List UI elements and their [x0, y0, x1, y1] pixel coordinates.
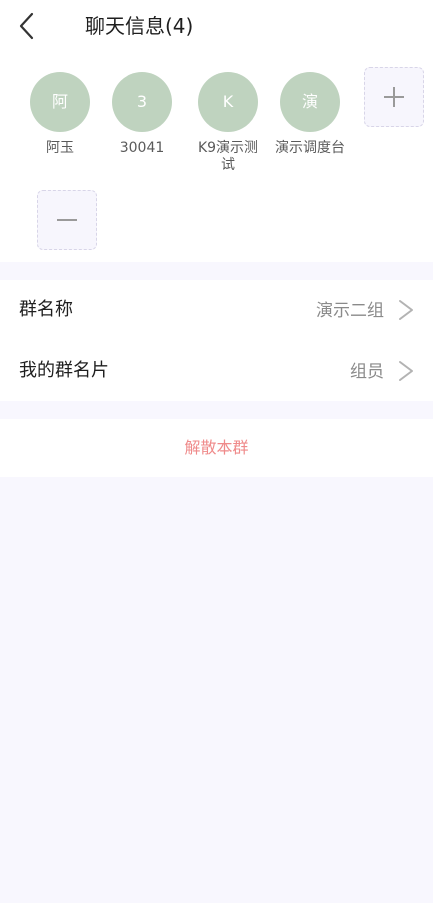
page-title: 聊天信息(4) [85, 14, 194, 38]
member-name: K9演示测试 [197, 140, 259, 173]
remove-member-button[interactable] [37, 190, 97, 250]
avatar[interactable]: 阿 [30, 72, 90, 132]
avatar[interactable]: 3 [112, 72, 172, 132]
row-value: 组员 [350, 362, 384, 382]
group-name-row[interactable]: 群名称 演示二组 [0, 280, 433, 340]
row-value: 演示二组 [316, 301, 384, 321]
chevron-right-icon [399, 300, 413, 320]
member-item[interactable]: 阿 阿玉 [24, 72, 96, 157]
member-name: 阿玉 [46, 140, 74, 156]
plus-icon [384, 87, 404, 107]
minus-icon [57, 219, 77, 221]
avatar[interactable]: K [198, 72, 258, 132]
row-label: 群名称 [19, 299, 73, 320]
settings-list: 群名称 演示二组 我的群名片 组员 [0, 280, 433, 401]
header-bar: 聊天信息(4) [0, 0, 433, 56]
member-name: 30041 [119, 140, 165, 156]
row-label: 我的群名片 [19, 360, 109, 381]
add-member-button[interactable] [364, 67, 424, 127]
dissolve-group-button[interactable]: 解散本群 [0, 419, 433, 477]
back-button[interactable] [14, 10, 42, 42]
chevron-left-icon [19, 12, 34, 40]
chevron-right-icon [399, 361, 413, 381]
avatar[interactable]: 演 [280, 72, 340, 132]
dissolve-group-label: 解散本群 [184, 438, 249, 457]
member-item[interactable]: K K9演示测试 [192, 72, 264, 174]
my-group-card-row[interactable]: 我的群名片 组员 [0, 341, 433, 401]
member-grid: 阿 阿玉 3 30041 K K9演示测试 演 演示调度台 [0, 56, 433, 262]
member-item[interactable]: 演 演示调度台 [274, 72, 346, 157]
member-item[interactable]: 3 30041 [106, 72, 178, 157]
member-name: 演示调度台 [275, 140, 345, 156]
